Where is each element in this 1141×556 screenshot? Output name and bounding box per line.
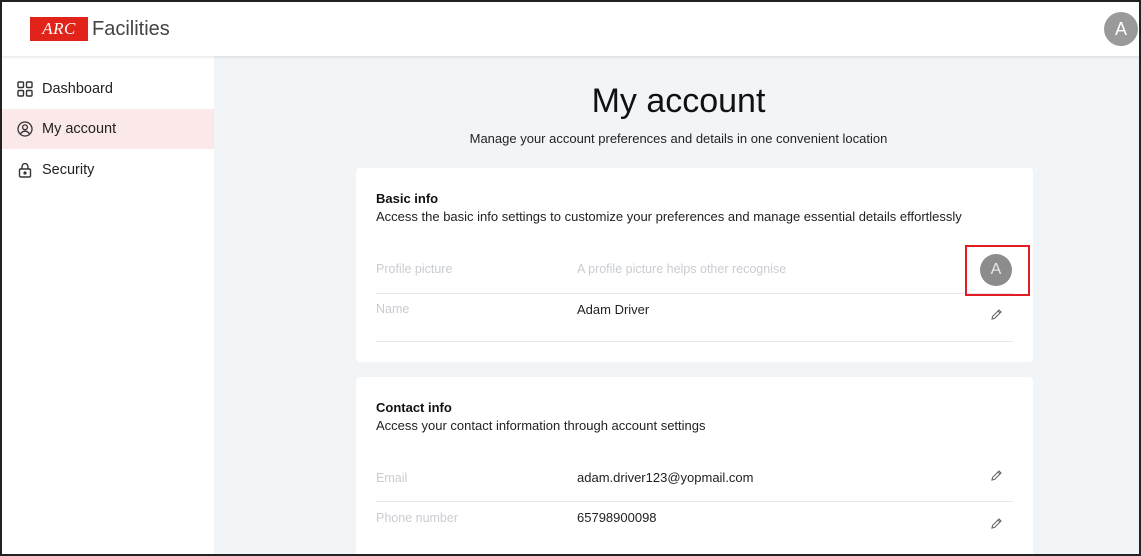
profile-picture-hint: A profile picture helps other recognise (577, 262, 787, 276)
name-value: Adam Driver (577, 302, 650, 317)
contact-info-card: Contact info Access your contact informa… (356, 377, 1033, 554)
email-value: adam.driver123@yopmail.com (577, 470, 754, 485)
user-circle-icon (16, 120, 34, 138)
phone-number-label: Phone number (376, 511, 459, 525)
name-label: Name (376, 302, 410, 316)
arc-facilities-logo[interactable]: ARC Facilities (30, 17, 170, 41)
lock-icon (16, 161, 34, 179)
email-label: Email (376, 471, 408, 485)
edit-name-button[interactable] (988, 309, 1004, 325)
sidebar: Dashboard My account Security (2, 56, 214, 554)
profile-picture-label: Profile picture (376, 262, 453, 276)
divider (376, 293, 1013, 294)
contact-info-description: Access your contact information through … (376, 418, 706, 433)
pencil-icon (990, 308, 1003, 326)
grid-icon (16, 80, 34, 98)
user-avatar-button[interactable]: A (1104, 12, 1138, 46)
logo-text: Facilities (92, 17, 170, 40)
logo-mark-text: ARC (42, 19, 76, 38)
top-bar: ARC Facilities A (2, 2, 1139, 56)
page-subtitle: Manage your account preferences and deta… (469, 131, 888, 146)
basic-info-title: Basic info (376, 191, 439, 206)
pencil-icon (990, 469, 1003, 487)
logo-mark: ARC (30, 17, 88, 41)
divider (376, 341, 1013, 342)
phone-number-value: 65798900098 (577, 510, 657, 525)
annotation-highlight-box (965, 245, 1030, 296)
sidebar-item-dashboard[interactable]: Dashboard (2, 69, 214, 109)
edit-email-button[interactable] (988, 470, 1004, 486)
page-title: My account (591, 82, 766, 120)
divider (376, 501, 1013, 502)
app-window: ARC Facilities A Dashboard My account Se… (0, 0, 1141, 556)
sidebar-item-my-account[interactable]: My account (2, 109, 214, 149)
sidebar-item-label: Dashboard (42, 81, 113, 97)
edit-phone-button[interactable] (988, 518, 1004, 534)
contact-info-title: Contact info (376, 400, 452, 415)
avatar-initial: A (1114, 18, 1127, 39)
sidebar-item-label: Security (42, 162, 95, 178)
sidebar-item-label: My account (42, 121, 117, 137)
pencil-icon (990, 517, 1003, 535)
basic-info-description: Access the basic info settings to custom… (376, 209, 962, 224)
sidebar-item-security[interactable]: Security (2, 150, 214, 190)
basic-info-card: Basic info Access the basic info setting… (356, 168, 1033, 362)
